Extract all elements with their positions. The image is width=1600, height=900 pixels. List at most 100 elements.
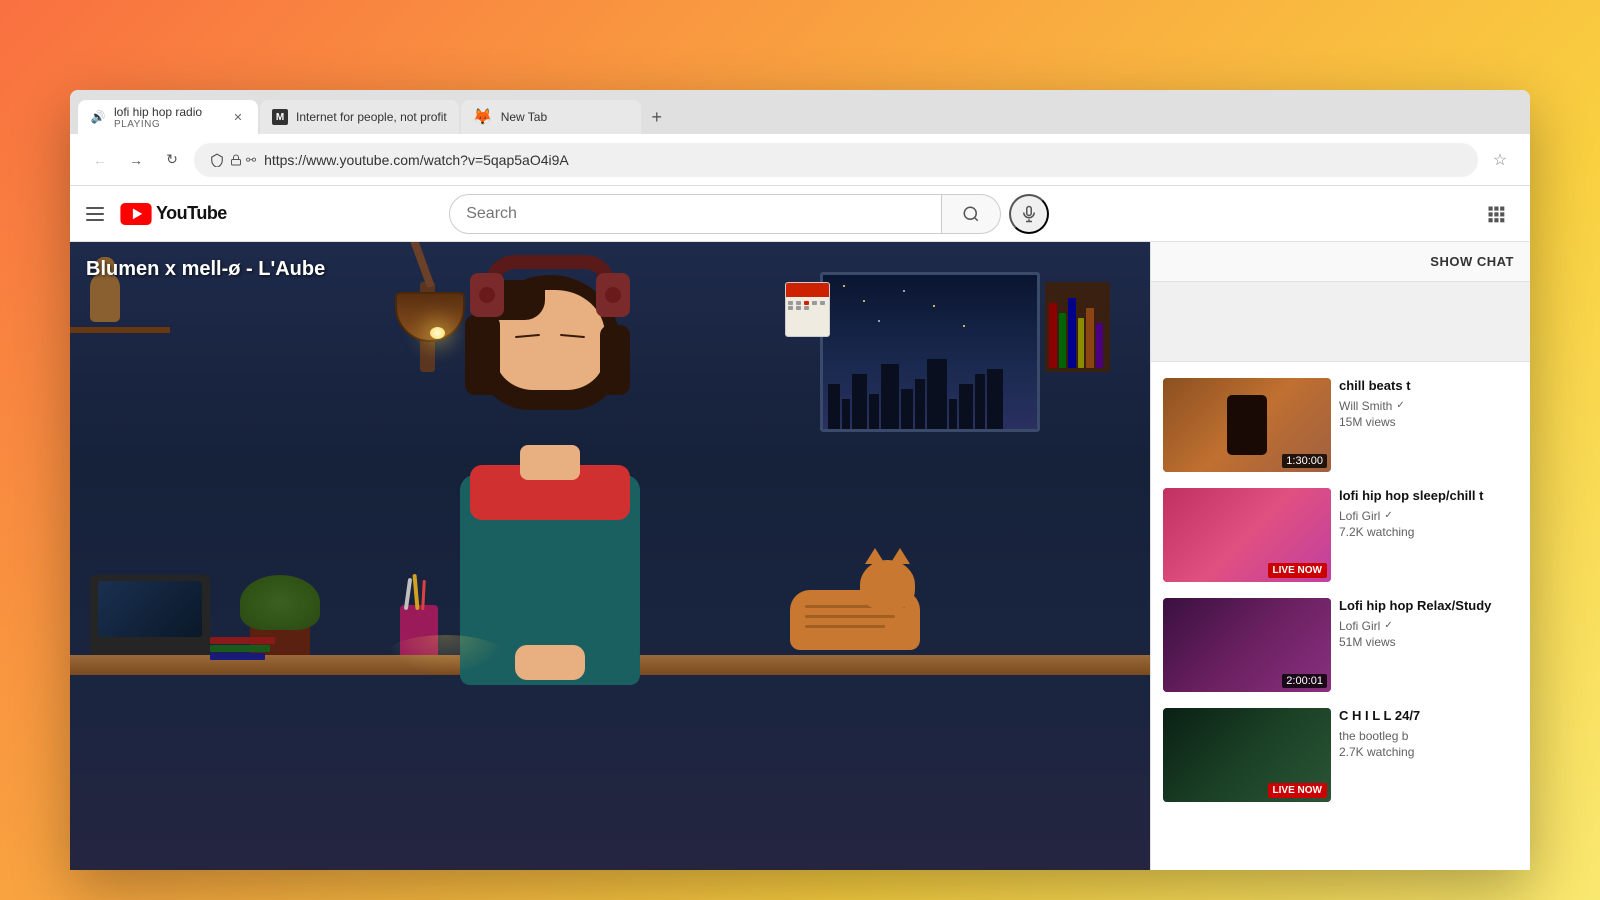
mic-icon xyxy=(1020,205,1038,223)
tab-sound-icon: 🔊 xyxy=(90,109,106,125)
cat xyxy=(790,590,920,650)
show-chat-button[interactable]: SHOW CHAT xyxy=(1151,242,1530,282)
apps-grid-button[interactable] xyxy=(1478,196,1514,232)
mozilla-icon: M xyxy=(272,109,288,125)
related-video-item[interactable]: 1:30:00 chill beats t Will Smith ✓ 15M v… xyxy=(1151,370,1530,480)
video-info-2: lofi hip hop sleep/chill t Lofi Girl ✓ 7… xyxy=(1339,488,1518,582)
video-title-2: lofi hip hop sleep/chill t xyxy=(1339,488,1518,505)
verified-icon-1: ✓ xyxy=(1396,400,1404,411)
city-light xyxy=(963,325,965,327)
tab-newtab[interactable]: 🦊 New Tab xyxy=(461,100,641,134)
lamp-glow-cone xyxy=(385,635,505,675)
plant-leaves xyxy=(240,575,320,630)
mic-button[interactable] xyxy=(1009,194,1049,234)
building xyxy=(915,379,925,429)
book xyxy=(1049,303,1057,368)
headphone-cup-left xyxy=(470,273,504,317)
city-light xyxy=(903,290,905,292)
video-channel-2: Lofi Girl ✓ xyxy=(1339,509,1518,523)
channel-name-1: Will Smith xyxy=(1339,399,1392,413)
shelf-board xyxy=(70,327,170,333)
bookshelf xyxy=(1045,282,1110,372)
related-video-item[interactable]: 2:00:01 Lofi hip hop Relax/Study Lofi Gi… xyxy=(1151,590,1530,700)
video-player: Blumen x mell-ø - L'Aube xyxy=(70,242,1150,870)
video-title-4: C H I L L 24/7 xyxy=(1339,708,1518,725)
hamburger-menu-button[interactable] xyxy=(86,207,104,221)
thumb-figure xyxy=(1227,395,1267,455)
back-button[interactable]: ← xyxy=(86,146,114,174)
address-bar: ← → ↻ ⚯ https://www.youtube.com/watch?v=… xyxy=(70,134,1530,186)
search-bar xyxy=(449,194,1049,234)
building xyxy=(949,399,957,429)
main-content: Blumen x mell-ø - L'Aube SHOW CHAT xyxy=(70,242,1530,870)
video-meta-1: 15M views xyxy=(1339,415,1518,429)
search-input[interactable] xyxy=(449,194,942,234)
building xyxy=(959,384,973,429)
search-button[interactable] xyxy=(942,194,1001,234)
security-icons: ⚯ xyxy=(210,153,256,167)
stripe xyxy=(805,625,885,628)
channel-name-3: Lofi Girl xyxy=(1339,619,1380,633)
wall-calendar xyxy=(785,282,830,337)
video-thumbnail-2: LIVE NOW xyxy=(1163,488,1331,582)
video-duration-3: 2:00:01 xyxy=(1282,674,1327,688)
youtube-logo[interactable]: YouTube xyxy=(120,203,227,225)
cup-detail xyxy=(479,287,495,303)
window xyxy=(820,272,1040,432)
tab-lofi[interactable]: 🔊 lofi hip hop radio PLAYING ✕ xyxy=(78,100,258,134)
book-layer xyxy=(210,653,265,660)
related-video-item[interactable]: LIVE NOW lofi hip hop sleep/chill t Lofi… xyxy=(1151,480,1530,590)
tab-bar: 🔊 lofi hip hop radio PLAYING ✕ M Interne… xyxy=(70,90,1530,134)
tab-newtab-title: New Tab xyxy=(501,110,547,124)
tab-mozilla[interactable]: M Internet for people, not profit xyxy=(260,100,459,134)
eye-left xyxy=(515,334,540,338)
calendar-cell xyxy=(788,306,793,310)
header-right xyxy=(1478,196,1514,232)
video-duration-1: 1:30:00 xyxy=(1282,454,1327,468)
book xyxy=(1068,298,1076,368)
related-videos-list: 1:30:00 chill beats t Will Smith ✓ 15M v… xyxy=(1151,362,1530,870)
video-channel-1: Will Smith ✓ xyxy=(1339,399,1518,413)
channel-name-4: the bootleg b xyxy=(1339,729,1408,743)
hamburger-line-2 xyxy=(86,213,104,215)
url-text[interactable]: https://www.youtube.com/watch?v=5qap5aO4… xyxy=(264,152,1462,168)
verified-icon-2: ✓ xyxy=(1384,510,1392,521)
video-title-1: chill beats t xyxy=(1339,378,1518,395)
laptop-screen xyxy=(98,581,202,637)
calendar-cell xyxy=(788,301,793,305)
building xyxy=(987,369,1003,429)
video-thumbnail-3: 2:00:01 xyxy=(1163,598,1331,692)
new-tab-button[interactable]: + xyxy=(643,103,671,131)
video-info-1: chill beats t Will Smith ✓ 15M views xyxy=(1339,378,1518,472)
headphones xyxy=(470,255,630,315)
forward-button[interactable]: → xyxy=(122,146,150,174)
headphone-cup-right xyxy=(596,273,630,317)
related-video-item[interactable]: LIVE NOW C H I L L 24/7 the bootleg b 2.… xyxy=(1151,700,1530,810)
video-thumbnail-1: 1:30:00 xyxy=(1163,378,1331,472)
url-bar[interactable]: ⚯ https://www.youtube.com/watch?v=5qap5a… xyxy=(194,143,1478,177)
city-silhouette xyxy=(823,359,1037,429)
calendar-cell xyxy=(812,301,817,305)
bookmark-button[interactable]: ☆ xyxy=(1486,146,1514,174)
neck xyxy=(520,445,580,480)
video-meta-2: 7.2K watching xyxy=(1339,525,1518,539)
building xyxy=(927,359,947,429)
city-light xyxy=(863,300,865,302)
cat-ear-left xyxy=(865,548,885,564)
tab-lofi-subtitle: PLAYING xyxy=(114,119,222,130)
laptop xyxy=(90,575,210,655)
grid-icon xyxy=(1486,204,1506,224)
video-title-overlay: Blumen x mell-ø - L'Aube xyxy=(86,258,325,281)
video-frame: Blumen x mell-ø - L'Aube xyxy=(70,242,1150,870)
live-badge-2: LIVE NOW xyxy=(1268,783,1327,798)
hamburger-line-1 xyxy=(86,207,104,209)
refresh-button[interactable]: ↻ xyxy=(158,146,186,174)
book xyxy=(1059,313,1066,368)
video-player-area[interactable]: Blumen x mell-ø - L'Aube xyxy=(70,242,1150,870)
video-thumbnail-4: LIVE NOW xyxy=(1163,708,1331,802)
tab-close-lofi[interactable]: ✕ xyxy=(230,109,246,125)
laptop-body xyxy=(90,575,210,655)
search-icon xyxy=(962,205,980,223)
calendar-grid xyxy=(786,299,829,312)
cup-detail xyxy=(605,287,621,303)
